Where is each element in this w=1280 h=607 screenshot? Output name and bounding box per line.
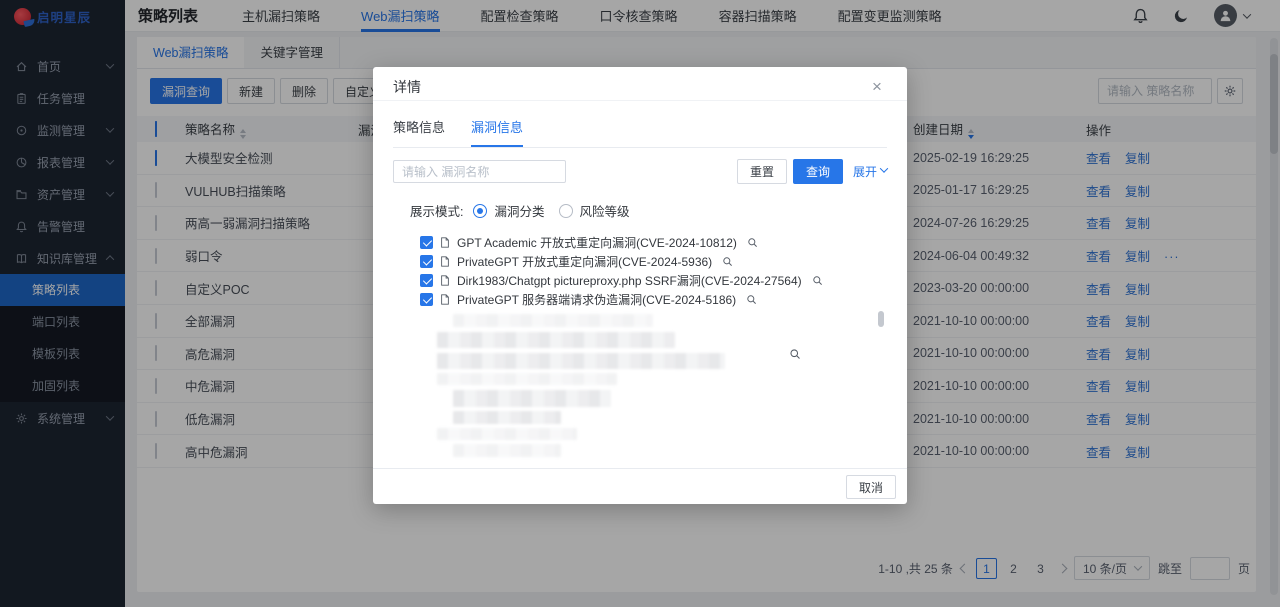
vulnerability-item: Dirk1983/Chatgpt pictureproxy.php SSRF漏洞… [420, 271, 907, 290]
document-icon [439, 255, 451, 268]
search-icon [789, 348, 801, 360]
vuln-checkbox[interactable] [420, 236, 433, 249]
vulnerability-name: Dirk1983/Chatgpt pictureproxy.php SSRF漏洞… [457, 272, 802, 289]
expand-toggle[interactable]: 展开 [853, 163, 887, 180]
modal-tab[interactable]: 策略信息 [393, 117, 445, 147]
query-button[interactable]: 查询 [793, 159, 843, 184]
document-icon [439, 274, 451, 287]
search-icon[interactable] [812, 275, 823, 286]
vuln-checkbox[interactable] [420, 255, 433, 268]
chevron-down-icon [880, 164, 888, 172]
redacted-content [437, 312, 737, 443]
display-mode-label: 展示模式: [410, 201, 463, 220]
vulnerability-item: PrivateGPT 服务器端请求伪造漏洞(CVE-2024-5186) [420, 290, 907, 309]
detail-modal: 详情 × 策略信息漏洞信息 重置 查询 展开 展示模式: 漏洞分类 风险等级 [373, 67, 907, 504]
reset-button[interactable]: 重置 [737, 159, 787, 184]
modal-title: 详情 [393, 77, 421, 97]
vulnerability-name: GPT Academic 开放式重定向漏洞(CVE-2024-10812) [457, 234, 737, 251]
search-icon[interactable] [722, 256, 733, 267]
cancel-button[interactable]: 取消 [846, 475, 896, 499]
modal-tab[interactable]: 漏洞信息 [471, 117, 523, 147]
radio-option[interactable]: 风险等级 [559, 201, 630, 220]
vulnerability-item: GPT Academic 开放式重定向漏洞(CVE-2024-10812) [420, 233, 907, 252]
radio-icon [559, 204, 573, 218]
vuln-search-input[interactable] [393, 160, 566, 183]
document-icon [439, 293, 451, 306]
vulnerability-name: PrivateGPT 开放式重定向漏洞(CVE-2024-5936) [457, 253, 712, 270]
vulnerability-item: PrivateGPT 开放式重定向漏洞(CVE-2024-5936) [420, 252, 907, 271]
search-icon[interactable] [746, 294, 757, 305]
close-icon[interactable]: × [867, 77, 887, 97]
radio-icon [473, 204, 487, 218]
document-icon [439, 236, 451, 249]
radio-option[interactable]: 漏洞分类 [473, 201, 544, 220]
search-icon[interactable] [747, 237, 758, 248]
vuln-checkbox[interactable] [420, 274, 433, 287]
modal-scrollbar-thumb[interactable] [878, 311, 884, 327]
vulnerability-name: PrivateGPT 服务器端请求伪造漏洞(CVE-2024-5186) [457, 291, 736, 308]
vuln-checkbox[interactable] [420, 293, 433, 306]
